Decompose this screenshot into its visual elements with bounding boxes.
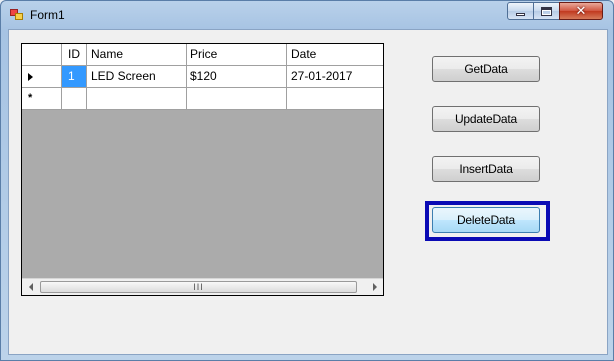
horizontal-scrollbar[interactable]: III bbox=[22, 278, 383, 295]
cell-date[interactable]: 27-01-2017 bbox=[287, 66, 383, 87]
form-app-icon[interactable] bbox=[10, 9, 24, 21]
column-header-name[interactable]: Name bbox=[87, 44, 187, 65]
get-data-button[interactable]: GetData bbox=[432, 56, 540, 82]
row-header[interactable] bbox=[22, 66, 62, 87]
maximize-button[interactable] bbox=[533, 2, 560, 20]
window-title: Form1 bbox=[30, 8, 65, 22]
application-window: Form1 ✕ ID Name Price Date 1 LED Screen … bbox=[0, 0, 614, 361]
scroll-right-icon bbox=[372, 283, 377, 291]
column-header-id[interactable]: ID bbox=[62, 44, 87, 65]
new-row[interactable]: * bbox=[22, 88, 383, 110]
new-row-header[interactable]: * bbox=[22, 88, 62, 109]
minimize-button[interactable] bbox=[507, 2, 534, 20]
data-grid-view[interactable]: ID Name Price Date 1 LED Screen $120 27-… bbox=[21, 43, 384, 296]
maximize-icon bbox=[541, 6, 552, 16]
new-cell-name[interactable] bbox=[87, 88, 187, 109]
column-header-date[interactable]: Date bbox=[287, 44, 383, 65]
new-row-star-icon: * bbox=[28, 92, 33, 104]
scrollbar-thumb[interactable]: III bbox=[40, 281, 357, 293]
close-button[interactable]: ✕ bbox=[559, 2, 603, 20]
minimize-icon bbox=[516, 12, 525, 16]
cell-name[interactable]: LED Screen bbox=[87, 66, 187, 87]
column-header-price[interactable]: Price bbox=[187, 44, 287, 65]
table-row[interactable]: 1 LED Screen $120 27-01-2017 bbox=[22, 66, 383, 88]
scroll-grip-icon: III bbox=[193, 282, 204, 292]
scroll-left-icon bbox=[28, 283, 33, 291]
scroll-left-button[interactable] bbox=[22, 279, 39, 295]
new-cell-date[interactable] bbox=[287, 88, 383, 109]
cell-price[interactable]: $120 bbox=[187, 66, 287, 87]
grid-corner-header[interactable] bbox=[22, 44, 62, 65]
cell-id[interactable]: 1 bbox=[62, 66, 87, 87]
close-icon: ✕ bbox=[575, 3, 587, 19]
new-cell-price[interactable] bbox=[187, 88, 287, 109]
grid-header-row: ID Name Price Date bbox=[22, 44, 383, 66]
delete-data-button[interactable]: DeleteData bbox=[432, 207, 540, 233]
new-cell-id[interactable] bbox=[62, 88, 87, 109]
form-client-area: ID Name Price Date 1 LED Screen $120 27-… bbox=[8, 29, 608, 355]
current-row-arrow-icon bbox=[28, 73, 33, 81]
scroll-right-button[interactable] bbox=[366, 279, 383, 295]
insert-data-button[interactable]: InsertData bbox=[432, 156, 540, 182]
title-bar[interactable]: Form1 ✕ bbox=[1, 1, 613, 29]
update-data-button[interactable]: UpdateData bbox=[432, 106, 540, 132]
